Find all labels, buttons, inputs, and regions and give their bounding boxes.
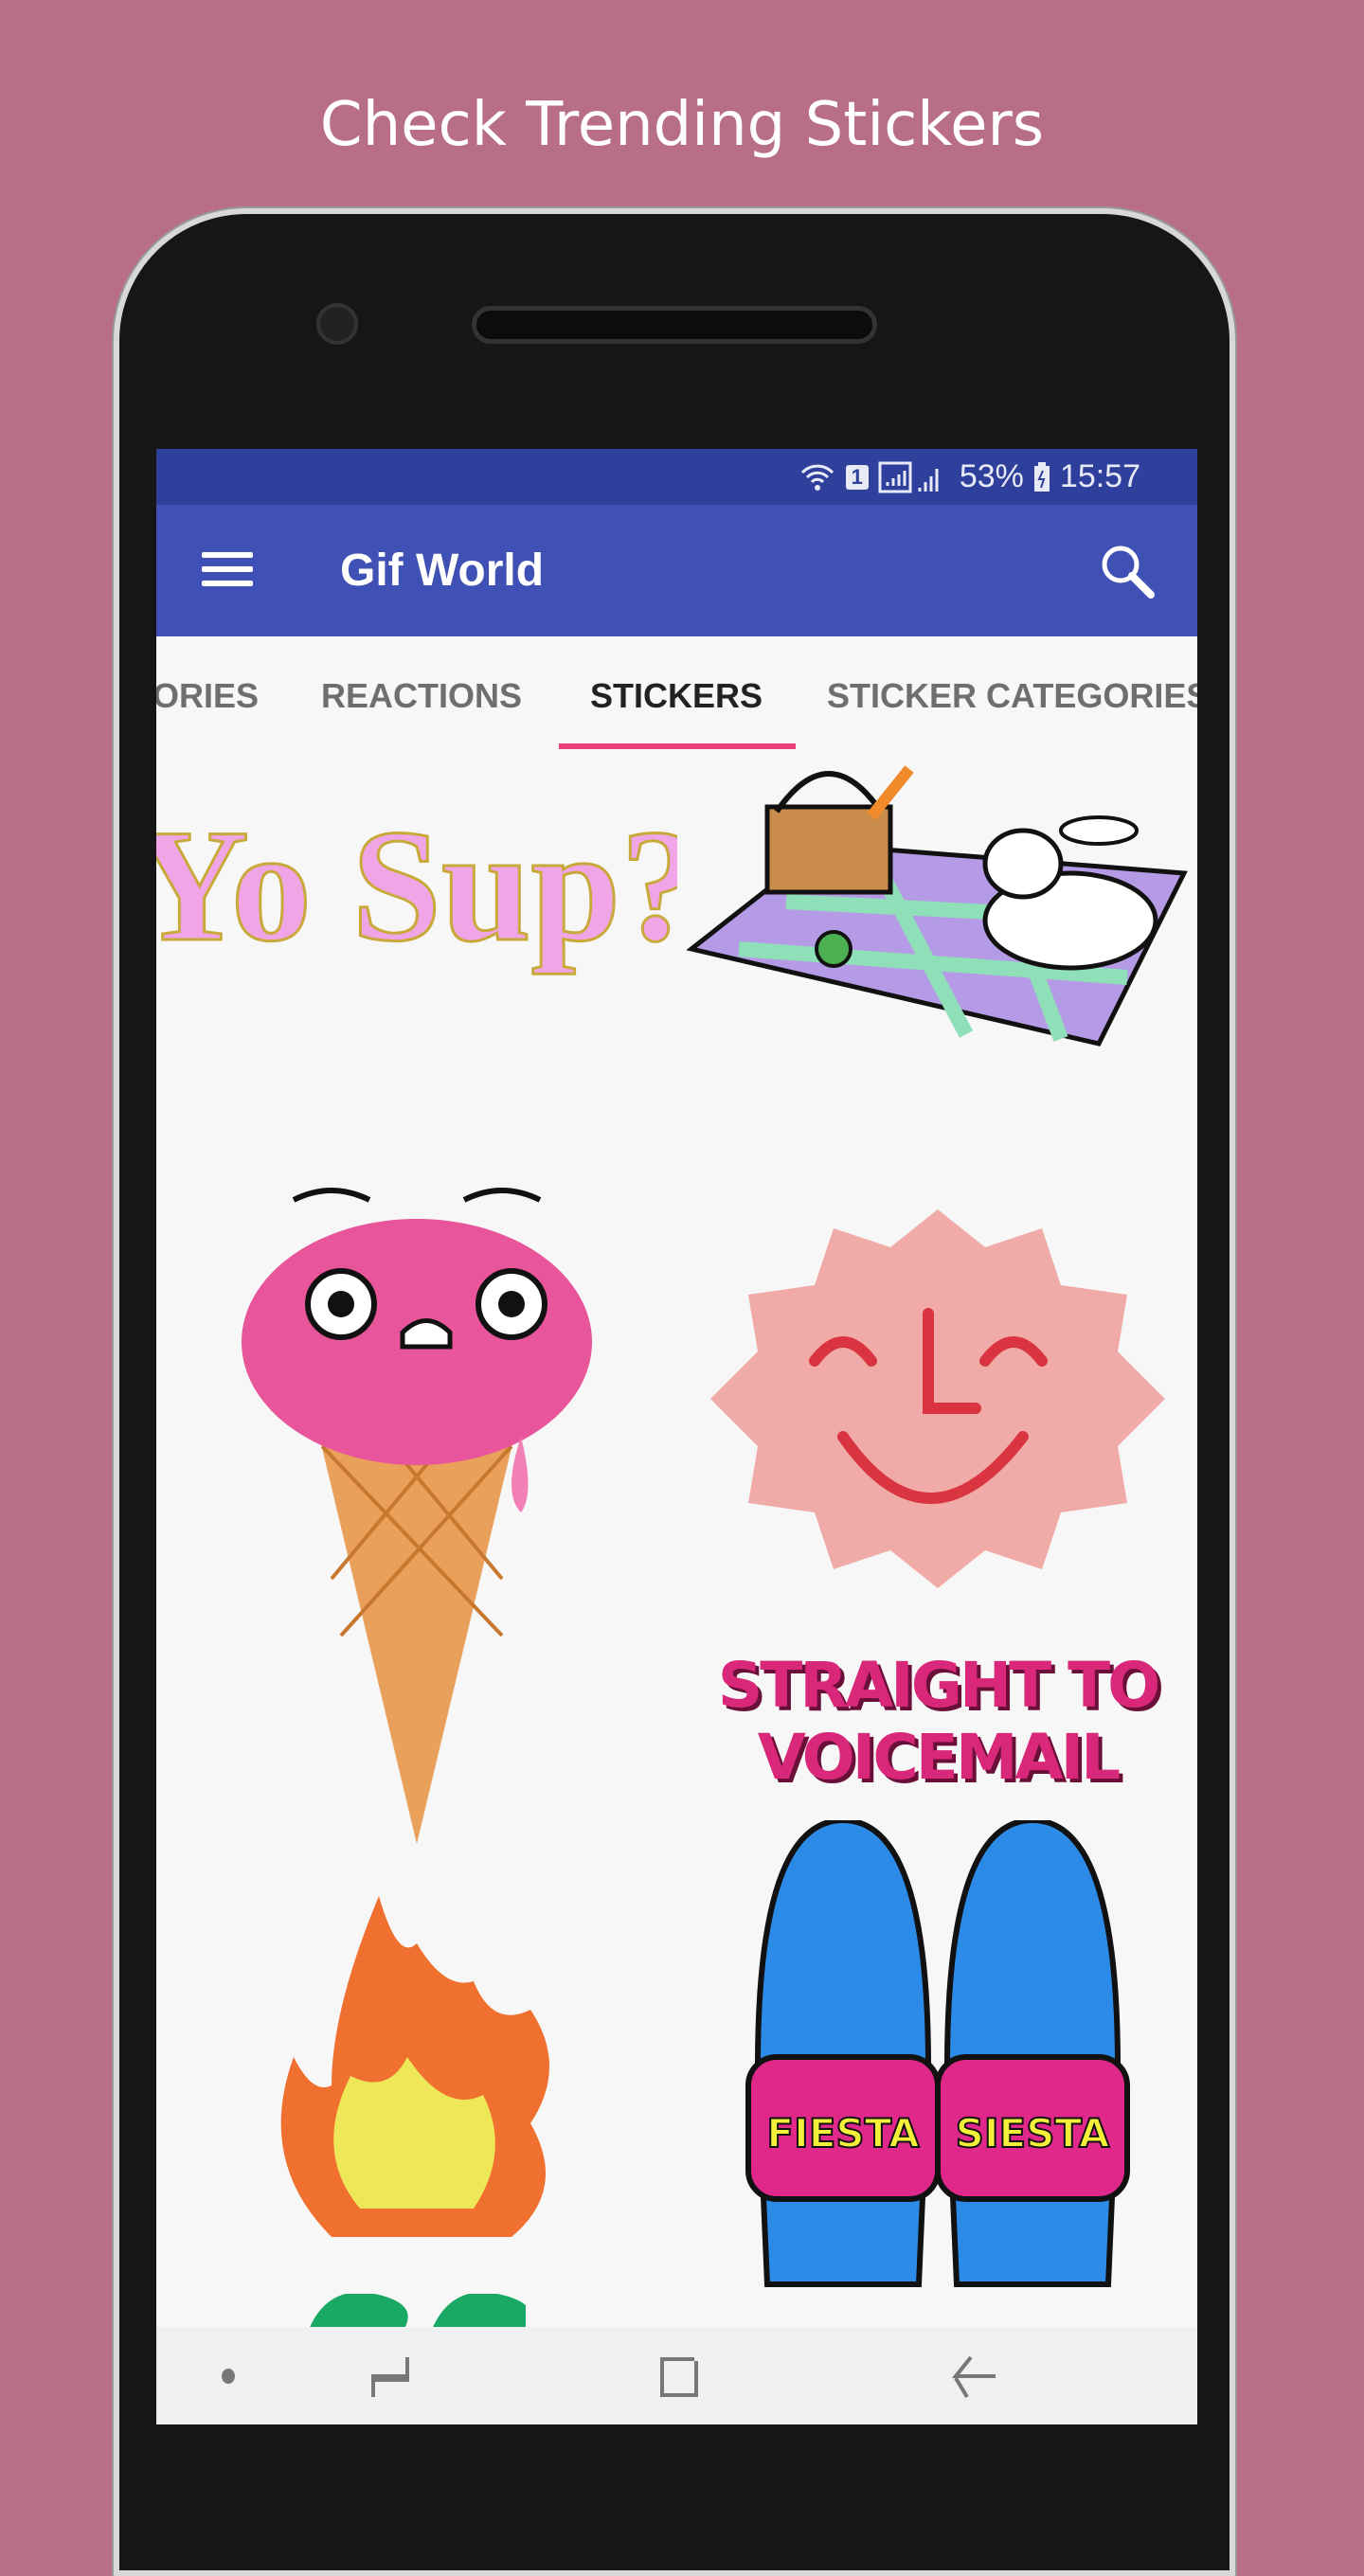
- battery-percent: 53%: [959, 458, 1024, 494]
- sticker-text: STRAIGHT TO: [717, 1649, 1161, 1722]
- tab-indicator: [559, 743, 796, 749]
- navigation-bar: [156, 2327, 1197, 2424]
- clock: 15:57: [1059, 458, 1140, 494]
- screen: 1 53% 15:57 Gif World ORIES REACTIONS ST…: [156, 449, 1197, 2424]
- app-bar: Gif World: [156, 505, 1197, 636]
- sticker-smiling-sun[interactable]: [710, 1209, 1165, 1588]
- sticker-text: FIESTA: [766, 2110, 920, 2156]
- tab-reactions[interactable]: REACTIONS: [321, 676, 522, 716]
- sticker-picnic-bunny[interactable]: [682, 760, 1194, 1053]
- sticker-yo-sup[interactable]: Yo Sup?: [156, 750, 703, 1063]
- wifi-icon: [800, 464, 834, 491]
- app-title: Gif World: [340, 546, 545, 596]
- sticker-green-partial[interactable]: [308, 2292, 531, 2332]
- sticker-fire[interactable]: [275, 1896, 568, 2237]
- sticker-text: VOICEMAIL: [757, 1721, 1121, 1794]
- sim-icon: 1: [845, 464, 869, 490]
- caption: Check Trending Stickers: [319, 90, 1045, 160]
- speaker-grille: [472, 306, 877, 344]
- sticker-straight-to-voicemail[interactable]: STRAIGHT TO VOICEMAIL: [682, 1650, 1194, 1801]
- tab-bar: ORIES REACTIONS STICKERS STICKER CATEGOR…: [156, 636, 1197, 750]
- recent-apps-icon[interactable]: [369, 2355, 411, 2399]
- signal-icon: [878, 461, 939, 492]
- sticker-grid: Yo Sup? STRAIGHT TO VOICEMAIL FIESTA SIES…: [156, 750, 1197, 2332]
- dot-icon[interactable]: [221, 2368, 236, 2385]
- sticker-text: Yo Sup?: [156, 796, 677, 975]
- tab-stickers[interactable]: STICKERS: [590, 676, 763, 716]
- camera-icon: [316, 303, 358, 345]
- back-icon[interactable]: [952, 2355, 997, 2399]
- tab-categories[interactable]: ORIES: [156, 676, 259, 716]
- hamburger-icon[interactable]: [202, 552, 253, 590]
- search-icon[interactable]: [1097, 541, 1158, 601]
- sticker-ice-cream[interactable]: [227, 1181, 606, 1844]
- tab-sticker-categories[interactable]: STICKER CATEGORIES: [827, 676, 1197, 716]
- sticker-text: SIESTA: [956, 2110, 1110, 2156]
- home-icon[interactable]: [658, 2355, 700, 2399]
- sticker-fiesta-siesta-slippers[interactable]: FIESTA SIESTA: [739, 1816, 1137, 2294]
- battery-icon: [1033, 461, 1050, 492]
- status-bar: 1 53% 15:57: [156, 449, 1197, 505]
